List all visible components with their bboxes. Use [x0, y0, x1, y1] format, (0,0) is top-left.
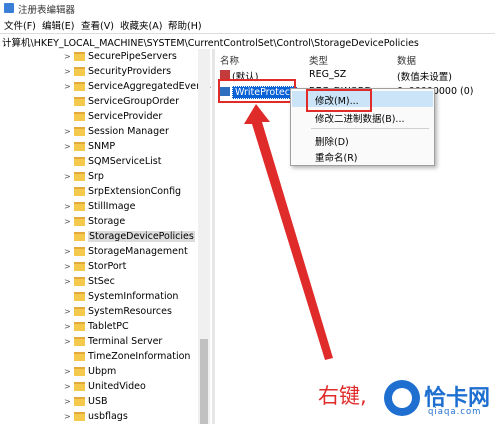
- scrollbar-thumb[interactable]: [200, 339, 208, 424]
- folder-icon: [74, 352, 85, 361]
- menu-file[interactable]: 文件(F): [4, 18, 36, 32]
- string-value-icon: [220, 70, 230, 79]
- folder-icon: [74, 277, 85, 286]
- folder-icon: [74, 202, 85, 211]
- menu-item-rename[interactable]: 重命名(R): [315, 150, 358, 164]
- folder-icon: [74, 82, 85, 91]
- chevron-right-icon[interactable]: >: [64, 217, 71, 226]
- chevron-right-icon[interactable]: >: [64, 127, 71, 136]
- logo-domain: qiaqa.com: [428, 407, 482, 417]
- folder-icon: [74, 142, 85, 151]
- folder-icon: [74, 52, 85, 61]
- watermark-logo: 恰卡网 qiaqa.com: [384, 378, 494, 422]
- menu-view[interactable]: 查看(V): [81, 18, 114, 32]
- menu-edit[interactable]: 编辑(E): [42, 18, 74, 32]
- folder-icon: [74, 187, 85, 196]
- folder-icon: [74, 217, 85, 226]
- folder-icon: [74, 367, 85, 376]
- address-bar[interactable]: 计算机\HKEY_LOCAL_MACHINE\SYSTEM\CurrentCon…: [0, 33, 495, 50]
- folder-icon: [74, 337, 85, 346]
- column-header-name[interactable]: 名称: [220, 53, 239, 67]
- folder-icon: [74, 172, 85, 181]
- highlight-box-writeprotect: [218, 79, 296, 103]
- chevron-right-icon[interactable]: >: [64, 397, 71, 406]
- highlight-box-modify: [306, 89, 372, 112]
- chevron-right-icon[interactable]: >: [64, 262, 71, 271]
- chevron-right-icon[interactable]: >: [64, 412, 71, 421]
- logo-icon: [384, 380, 420, 416]
- column-header-type[interactable]: 类型: [309, 53, 328, 67]
- folder-icon: [74, 97, 85, 106]
- folder-icon: [74, 112, 85, 121]
- folder-icon: [74, 157, 85, 166]
- column-header-data[interactable]: 数据: [397, 53, 416, 67]
- annotation-text: 右键,: [318, 384, 367, 408]
- chevron-right-icon[interactable]: >: [64, 247, 71, 256]
- folder-icon: [74, 262, 85, 271]
- title-bar: 注册表编辑器: [0, 0, 495, 16]
- chevron-right-icon[interactable]: >: [64, 142, 71, 151]
- menu-bar: 文件(F) 编辑(E) 查看(V) 收藏夹(A) 帮助(H): [0, 16, 495, 32]
- chevron-right-icon[interactable]: >: [64, 382, 71, 391]
- window-title: 注册表编辑器: [18, 5, 76, 16]
- folder-icon: [74, 397, 85, 406]
- chevron-right-icon[interactable]: >: [64, 367, 71, 376]
- tree-scrollbar[interactable]: [198, 49, 210, 424]
- chevron-right-icon[interactable]: >: [64, 52, 71, 61]
- menu-favorites[interactable]: 收藏夹(A): [120, 18, 162, 32]
- folder-icon: [74, 247, 85, 256]
- chevron-right-icon[interactable]: >: [64, 202, 71, 211]
- folder-icon: [74, 292, 85, 301]
- folder-icon: [74, 232, 85, 241]
- chevron-right-icon[interactable]: >: [64, 67, 71, 76]
- menu-item-modify-binary[interactable]: 修改二进制数据(B)...: [315, 111, 405, 125]
- key-tree: > SecurePipeServers > SecurityProviders > S…: [0, 49, 212, 424]
- folder-icon: [74, 412, 85, 421]
- chevron-right-icon[interactable]: >: [64, 337, 71, 346]
- chevron-right-icon[interactable]: >: [64, 277, 71, 286]
- chevron-right-icon[interactable]: >: [64, 322, 71, 331]
- folder-icon: [74, 382, 85, 391]
- address-path[interactable]: 计算机\HKEY_LOCAL_MACHINE\SYSTEM\CurrentCon…: [2, 35, 419, 49]
- folder-icon: [74, 127, 85, 136]
- folder-icon: [74, 67, 85, 76]
- menu-separator: [311, 128, 429, 129]
- chevron-right-icon[interactable]: >: [64, 172, 71, 181]
- menu-help[interactable]: 帮助(H): [168, 18, 202, 32]
- chevron-right-icon[interactable]: >: [64, 82, 71, 91]
- folder-icon: [74, 307, 85, 316]
- menu-item-delete[interactable]: 删除(D): [315, 134, 349, 148]
- chevron-right-icon[interactable]: >: [64, 307, 71, 316]
- regedit-app-icon: [4, 3, 14, 13]
- folder-icon: [74, 322, 85, 331]
